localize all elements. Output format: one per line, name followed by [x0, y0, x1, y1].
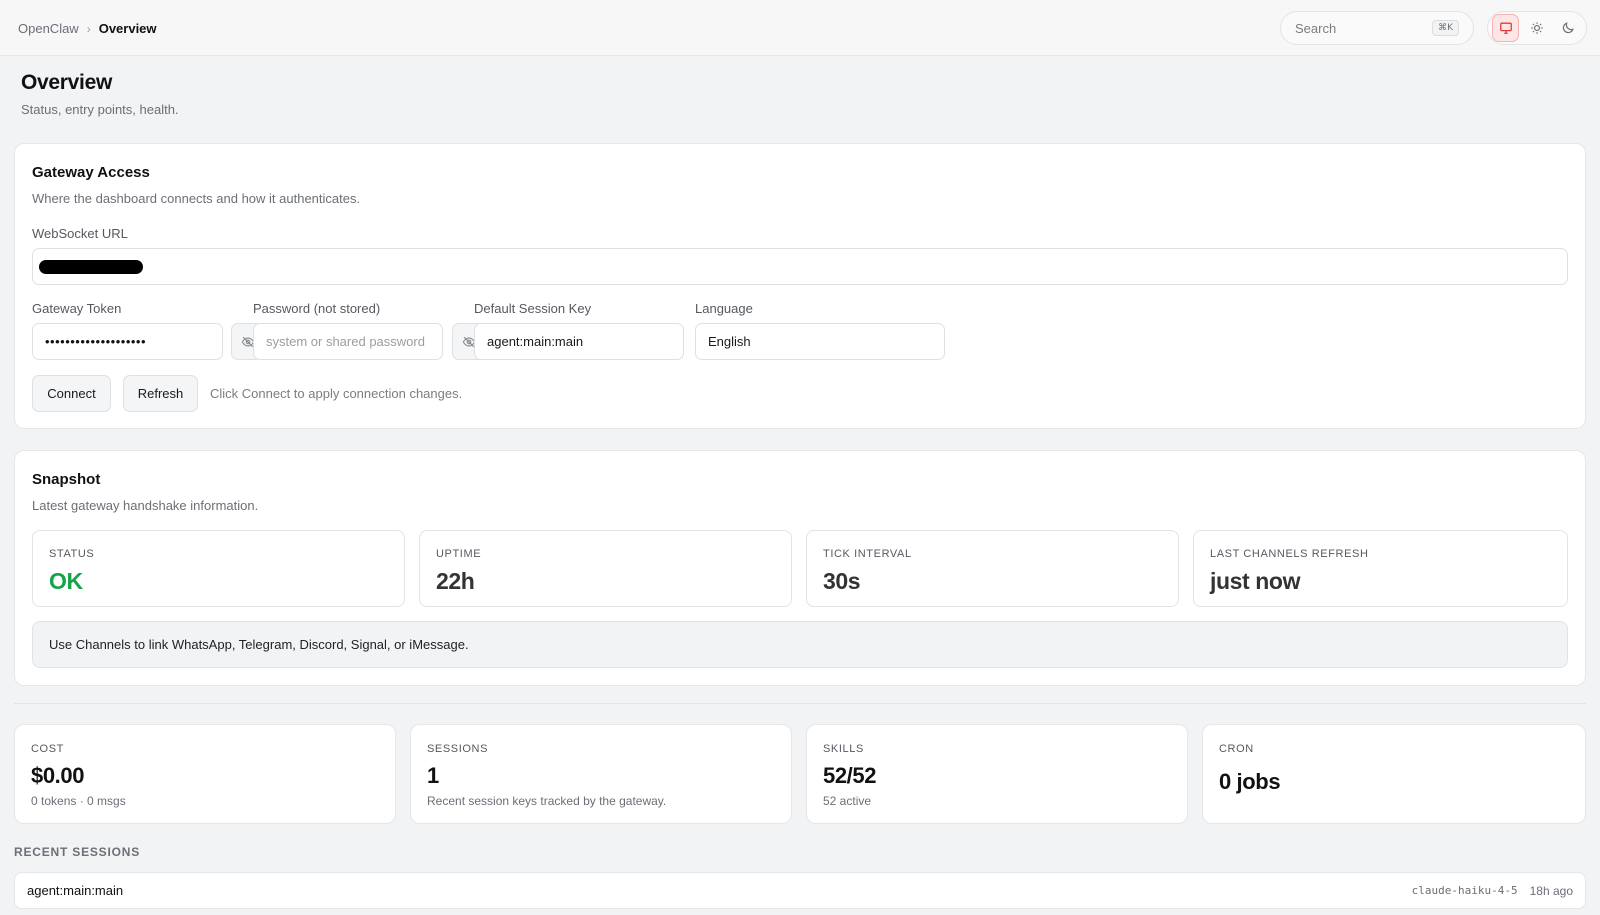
session-meta: claude-haiku-4-5 18h ago: [1412, 884, 1573, 898]
search-placeholder: Search: [1295, 20, 1337, 36]
metric-skills[interactable]: SKILLS 52/52 52 active: [806, 724, 1188, 824]
connect-hint: Click Connect to apply connection change…: [210, 386, 463, 401]
gateway-token-value: ••••••••••••••••••••: [45, 334, 147, 349]
stat-uptime: UPTIME 22h: [419, 530, 792, 607]
gateway-token-label: Gateway Token: [32, 301, 122, 316]
channels-callout: Use Channels to link WhatsApp, Telegram,…: [32, 621, 1568, 668]
language-value: English: [708, 334, 751, 349]
moon-icon: [1563, 22, 1575, 34]
page-subtitle: Status, entry points, health.: [21, 102, 179, 117]
metric-sub: Recent session keys tracked by the gatew…: [427, 794, 667, 808]
session-row[interactable]: agent:main:main claude-haiku-4-5 18h ago: [14, 872, 1586, 909]
metric-label: COST: [31, 743, 64, 755]
refresh-button[interactable]: Refresh: [123, 375, 198, 412]
stat-label: TICK INTERVAL: [823, 548, 912, 560]
session-model: claude-haiku-4-5: [1411, 884, 1518, 897]
system-icon: [1499, 22, 1512, 34]
password-placeholder: system or shared password: [266, 334, 425, 349]
metric-cron[interactable]: CRON 0 jobs: [1202, 724, 1586, 824]
sun-icon: [1531, 22, 1543, 34]
gateway-access-card: Gateway Access Where the dashboard conne…: [14, 143, 1586, 429]
theme-light-button[interactable]: [1523, 14, 1550, 42]
language-label: Language: [695, 301, 753, 316]
stat-label: LAST CHANNELS REFRESH: [1210, 548, 1369, 560]
recent-sessions-heading: RECENT SESSIONS: [14, 845, 141, 859]
snapshot-card-title: Snapshot: [32, 471, 101, 488]
stat-value: 22h: [436, 568, 475, 594]
snapshot-card: Snapshot Latest gateway handshake inform…: [14, 450, 1586, 686]
password-field[interactable]: system or shared password: [253, 323, 443, 360]
password-label: Password (not stored): [253, 301, 381, 316]
section-divider: [14, 703, 1586, 704]
session-key-value: agent:main:main: [487, 334, 584, 349]
gateway-card-subtitle: Where the dashboard connects and how it …: [32, 191, 361, 206]
metric-value: $0.00: [31, 763, 85, 788]
session-key-field[interactable]: agent:main:main: [474, 323, 684, 360]
stat-label: STATUS: [49, 548, 95, 560]
breadcrumb-current: Overview: [98, 21, 157, 36]
top-bar: OpenClaw › Overview Search ⌘K: [0, 0, 1600, 56]
snapshot-card-subtitle: Latest gateway handshake information.: [32, 498, 259, 513]
metric-label: SESSIONS: [427, 743, 489, 755]
search-input[interactable]: Search ⌘K: [1280, 11, 1474, 45]
metric-sub: 52 active: [823, 794, 872, 808]
websocket-url-label: WebSocket URL: [32, 226, 128, 241]
metric-value: 0 jobs: [1219, 769, 1281, 794]
metric-label: CRON: [1219, 743, 1254, 755]
breadcrumb-root-link[interactable]: OpenClaw: [18, 21, 79, 36]
session-key: agent:main:main: [27, 883, 124, 898]
stat-tick-interval: TICK INTERVAL 30s: [806, 530, 1179, 607]
page-title: Overview: [21, 71, 112, 94]
session-age: 18h ago: [1529, 883, 1573, 898]
breadcrumb-separator: ›: [86, 21, 91, 36]
stat-value: OK: [49, 568, 83, 594]
stat-status: STATUS OK: [32, 530, 405, 607]
metric-value: 1: [427, 763, 439, 788]
search-shortcut-badge: ⌘K: [1432, 20, 1459, 36]
stat-last-channels-refresh: LAST CHANNELS REFRESH just now: [1193, 530, 1568, 607]
stat-value: just now: [1210, 568, 1301, 594]
metric-sub: 0 tokens · 0 msgs: [31, 794, 126, 808]
websocket-url-field[interactable]: [32, 248, 1568, 285]
gateway-token-field[interactable]: ••••••••••••••••••••: [32, 323, 223, 360]
metric-cost: COST $0.00 0 tokens · 0 msgs: [14, 724, 396, 824]
language-select[interactable]: English: [695, 323, 945, 360]
metric-value: 52/52: [823, 763, 877, 788]
metric-label: SKILLS: [823, 743, 864, 755]
stat-value: 30s: [823, 568, 861, 594]
breadcrumb: OpenClaw › Overview: [18, 21, 157, 36]
theme-dark-button[interactable]: [1555, 14, 1582, 42]
connect-button[interactable]: Connect: [32, 375, 111, 412]
redacted-url-bar: [39, 259, 143, 274]
theme-switcher: [1487, 11, 1587, 45]
metric-sessions[interactable]: SESSIONS 1 Recent session keys tracked b…: [410, 724, 792, 824]
gateway-card-title: Gateway Access: [32, 164, 150, 181]
stat-label: UPTIME: [436, 548, 482, 560]
theme-system-button[interactable]: [1492, 14, 1520, 42]
session-key-label: Default Session Key: [474, 301, 592, 316]
